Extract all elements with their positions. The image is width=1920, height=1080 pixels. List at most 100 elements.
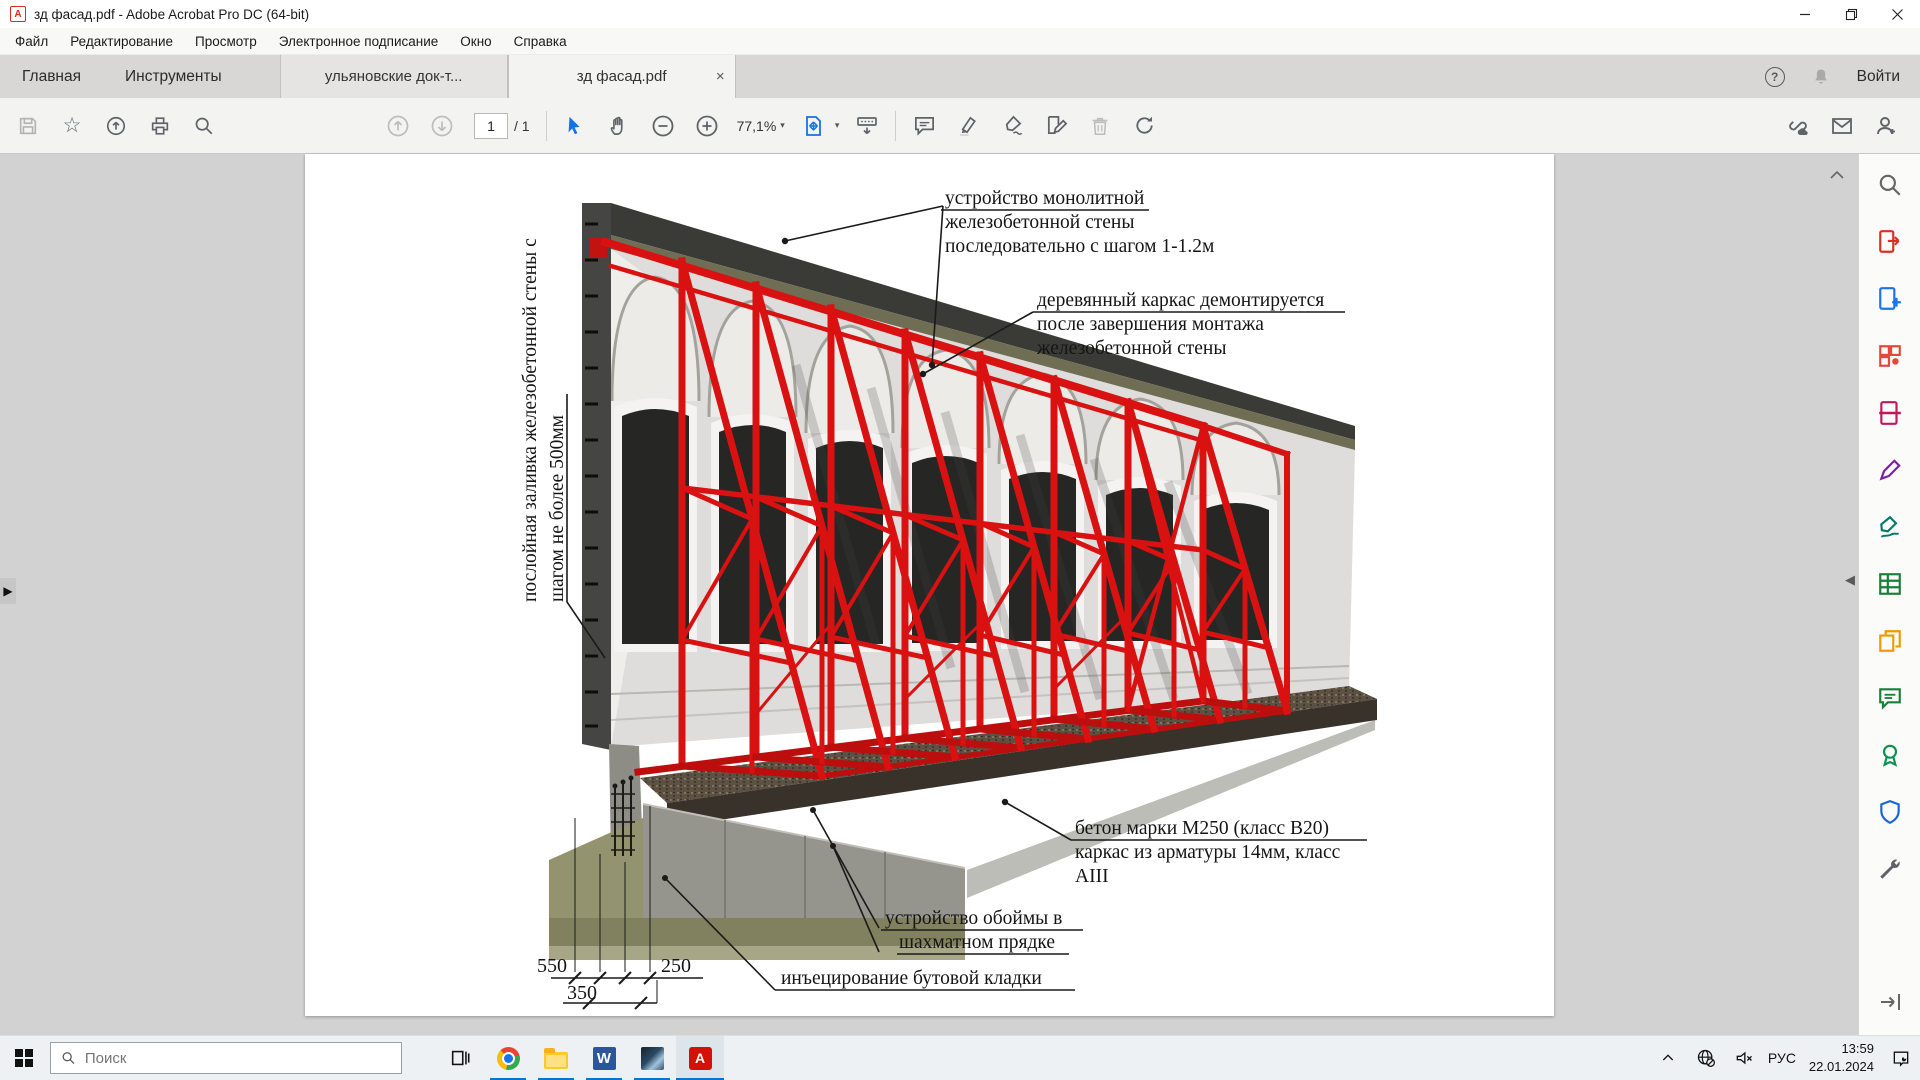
tab-home[interactable]: Главная	[0, 55, 103, 98]
svg-text:каркас из арматуры 14мм, класс: каркас из арматуры 14мм, класс	[1075, 842, 1341, 863]
search-glass-icon	[61, 1050, 76, 1066]
page-down-icon[interactable]	[420, 106, 464, 146]
page-number-input[interactable]: 1	[474, 113, 508, 139]
svg-text:железобетонной стены: железобетонной стены	[944, 212, 1134, 233]
task-view-icon	[449, 1047, 471, 1069]
profile-add-icon[interactable]	[1864, 106, 1908, 146]
menu-edit[interactable]: Редактирование	[59, 28, 184, 54]
language-indicator[interactable]: РУС	[1763, 1036, 1801, 1080]
task-view-button[interactable]	[436, 1036, 484, 1080]
rebar-clamp-detail	[611, 776, 635, 856]
photos-icon	[641, 1047, 664, 1070]
zoom-caret-icon[interactable]: ▾	[780, 120, 785, 131]
search-tool-icon[interactable]	[1875, 170, 1905, 200]
taskbar-explorer[interactable]	[532, 1036, 580, 1080]
dimension-350: 350	[567, 982, 597, 1004]
share-link-icon[interactable]	[1776, 106, 1820, 146]
comment-tool-icon[interactable]	[1875, 683, 1905, 713]
svg-text:АIII: АIII	[1075, 866, 1109, 887]
svg-text:после завершения монтажа: после завершения монтажа	[1037, 314, 1264, 335]
window-title: зд фасад.pdf - Adobe Acrobat Pro DC (64-…	[34, 7, 309, 22]
zoom-level-value[interactable]: 77,1%	[737, 118, 777, 134]
menu-help[interactable]: Справка	[503, 28, 578, 54]
action-center-icon[interactable]	[1882, 1036, 1920, 1080]
organize-pages-icon[interactable]	[1875, 341, 1905, 371]
sign-pen-icon[interactable]	[990, 106, 1034, 146]
edit-pdf-icon[interactable]	[1875, 455, 1905, 485]
document-area: устройство монолитной железобетонной сте…	[0, 154, 1920, 1035]
svg-text:шагом не более 500мм: шагом не более 500мм	[547, 415, 568, 602]
export-excel-icon[interactable]	[1875, 569, 1905, 599]
select-tool-icon[interactable]	[553, 106, 597, 146]
nav-pane-expand-icon[interactable]: ▶	[0, 578, 16, 604]
certificates-icon[interactable]	[1875, 740, 1905, 770]
scroll-up-icon[interactable]	[1830, 166, 1844, 184]
svg-text:шахматном прядке: шахматном прядке	[899, 932, 1055, 953]
start-button[interactable]	[0, 1036, 48, 1080]
expand-panel-icon[interactable]	[1875, 987, 1905, 1017]
facade-drawing: устройство монолитной железобетонной сте…	[305, 154, 1554, 1016]
more-tools-icon[interactable]	[1875, 854, 1905, 884]
request-signatures-icon[interactable]	[1875, 512, 1905, 542]
protect-icon[interactable]	[1875, 797, 1905, 827]
taskbar-photos[interactable]	[628, 1036, 676, 1080]
taskbar-search[interactable]	[50, 1042, 402, 1074]
annotation-vertical: послойная заливка железобетонной стены с	[520, 238, 541, 602]
zoom-in-icon[interactable]	[685, 106, 729, 146]
share-icon[interactable]	[94, 106, 138, 146]
zoom-out-icon[interactable]	[641, 106, 685, 146]
volume-muted-icon[interactable]	[1725, 1036, 1763, 1080]
restore-button[interactable]	[1828, 0, 1874, 28]
menu-file[interactable]: Файл	[4, 28, 59, 54]
email-icon[interactable]	[1820, 106, 1864, 146]
comment-icon[interactable]	[902, 106, 946, 146]
star-icon[interactable]: ☆	[50, 106, 94, 146]
menu-window[interactable]: Окно	[449, 28, 502, 54]
svg-text:последовательно с шагом 1-1.2м: последовательно с шагом 1-1.2м	[945, 236, 1214, 257]
tab-bar: Главная Инструменты ульяновские док-т...…	[0, 55, 1920, 98]
menu-bar: Файл Редактирование Просмотр Электронное…	[0, 28, 1920, 55]
svg-text:железобетонной стены: железобетонной стены	[1036, 338, 1226, 359]
hand-tool-icon[interactable]	[597, 106, 641, 146]
taskbar-acrobat[interactable]: A	[676, 1036, 724, 1080]
minimize-button[interactable]	[1782, 0, 1828, 28]
tab-close-icon[interactable]: ×	[716, 68, 725, 85]
save-icon[interactable]	[6, 106, 50, 146]
tab-tools[interactable]: Инструменты	[103, 55, 244, 98]
fill-sign-icon[interactable]	[1034, 106, 1078, 146]
taskbar-chrome[interactable]	[484, 1036, 532, 1080]
menu-esign[interactable]: Электронное подписание	[268, 28, 450, 54]
time-value: 13:59	[1809, 1040, 1874, 1058]
doc-tab-ulyanovsk[interactable]: ульяновские док-т...	[280, 55, 508, 98]
menu-view[interactable]: Просмотр	[184, 28, 268, 54]
toolbar-panel-icon[interactable]	[845, 106, 889, 146]
close-button[interactable]	[1874, 0, 1920, 28]
word-icon: W	[593, 1047, 616, 1070]
fit-page-caret-icon[interactable]: ▾	[835, 120, 840, 131]
pdf-page: устройство монолитной железобетонной сте…	[305, 154, 1554, 1016]
sign-in-button[interactable]: Войти	[1857, 68, 1900, 86]
tray-expand-icon[interactable]	[1649, 1036, 1687, 1080]
export-pdf-icon[interactable]	[1875, 227, 1905, 257]
network-globe-icon[interactable]	[1687, 1036, 1725, 1080]
combine-files-icon[interactable]	[1875, 626, 1905, 656]
taskbar-word[interactable]: W	[580, 1036, 628, 1080]
taskbar-clock[interactable]: 13:59 22.01.2024	[1801, 1040, 1882, 1075]
dimension-550: 550	[537, 955, 567, 977]
help-icon[interactable]: ?	[1765, 67, 1785, 87]
highlight-icon[interactable]	[946, 106, 990, 146]
page-up-icon[interactable]	[376, 106, 420, 146]
refresh-icon[interactable]	[1122, 106, 1166, 146]
print-icon[interactable]	[138, 106, 182, 146]
doc-tab-facade[interactable]: зд фасад.pdf ×	[508, 55, 736, 98]
main-toolbar: ☆ 1 / 1 77,1% ▾ ▾	[0, 98, 1920, 154]
search-icon[interactable]	[182, 106, 226, 146]
scan-ocr-icon[interactable]	[1875, 398, 1905, 428]
fit-page-icon[interactable]	[791, 106, 835, 146]
search-input[interactable]	[85, 1050, 391, 1067]
tools-panel-collapse-icon[interactable]: ◀	[1845, 572, 1855, 588]
create-pdf-icon[interactable]	[1875, 284, 1905, 314]
delete-icon[interactable]	[1078, 106, 1122, 146]
bell-icon[interactable]	[1811, 67, 1831, 87]
acrobat-icon: A	[689, 1047, 712, 1070]
